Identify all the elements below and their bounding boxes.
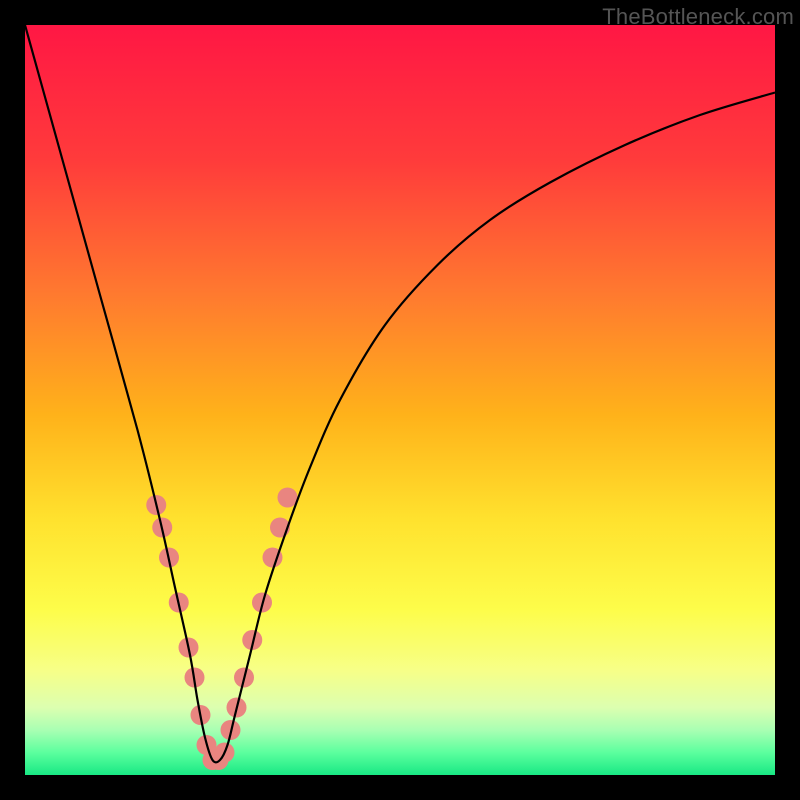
watermark-text: TheBottleneck.com (602, 4, 794, 30)
plot-area (25, 25, 775, 775)
chart-frame: TheBottleneck.com (0, 0, 800, 800)
heat-gradient-background (25, 25, 775, 775)
